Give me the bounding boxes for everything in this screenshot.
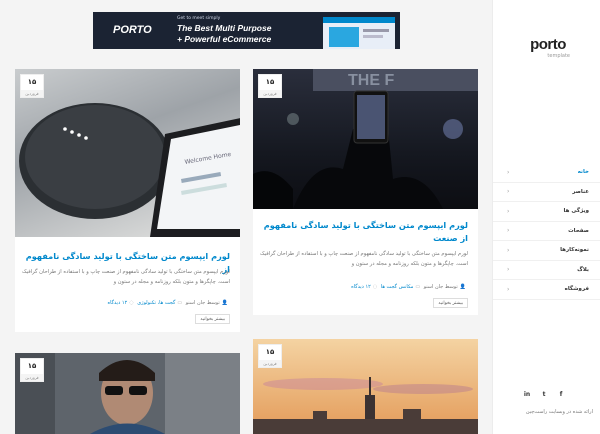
post-title[interactable]: لورم ایپسوم متن ساختگی با تولید سادگی نا… (263, 219, 468, 245)
nav-item-pages[interactable]: صفحات ‹ (493, 222, 600, 241)
linkedin-icon[interactable]: in (523, 391, 531, 398)
nav-item-home[interactable]: خانه ‹ (493, 163, 600, 183)
post-month: فروردین (21, 90, 43, 97)
chevron-left-icon: ‹ (507, 207, 510, 215)
chevron-left-icon: ‹ (507, 246, 510, 254)
read-more-button[interactable]: بیشتر بخوانید (195, 314, 230, 324)
post-image[interactable]: THE F (253, 69, 478, 209)
main-nav: خانه ‹ عناصر ‹ ویژگی ها ‹ صفحات ‹ نمونه‌کاره… (493, 163, 600, 300)
site-logo[interactable]: porto template (526, 36, 570, 60)
banner-brand: PORTO (113, 24, 152, 36)
city-skyline-photo (253, 339, 478, 434)
smart-speaker-photo: Welcome Home (19, 103, 240, 237)
post-author[interactable]: توسط جان اسنو (424, 284, 458, 290)
banner-headline-1: The Best Multi Purpose (177, 23, 272, 33)
post-day: ۱۵ (265, 78, 275, 86)
post-month: فروردین (21, 374, 43, 381)
comments-icon: ◌ (129, 300, 134, 306)
post-category[interactable]: گجت ها، تکنولوژی (137, 300, 175, 306)
nav-label: ویژگی ها (563, 208, 589, 215)
post-date: ۱۵ فروردین (258, 74, 282, 98)
banner-website-mockup (323, 17, 395, 49)
nav-item-elements[interactable]: عناصر ‹ (493, 183, 600, 202)
nav-label: عناصر (572, 188, 589, 195)
nav-item-portfolio[interactable]: نمونه‌کارها ‹ (493, 241, 600, 261)
post-card: THE F ۱۵ فروردین لورم ایپسوم متن ساختگی … (253, 69, 478, 315)
folder-icon: ▭ (415, 284, 421, 290)
post-image[interactable] (253, 339, 478, 434)
user-icon: 👤 (459, 284, 466, 290)
nav-item-features[interactable]: ویژگی ها ‹ (493, 202, 600, 222)
nav-label: بلاگ (577, 266, 589, 273)
man-portrait-photo (15, 353, 240, 434)
post-card: ۱۵ فروردین (15, 353, 240, 434)
post-excerpt: لورم ایپسوم متن ساختگی با تولید سادگی نا… (259, 251, 468, 267)
post-month: فروردین (259, 90, 281, 97)
nav-label: خانه (577, 169, 589, 176)
social-links: in t f (523, 391, 565, 398)
chevron-left-icon: ‹ (507, 266, 510, 274)
post-excerpt: لورم ایپسوم متن ساختگی با تولید سادگی نا… (21, 269, 230, 285)
nav-item-blog[interactable]: بلاگ ‹ (493, 261, 600, 280)
nav-item-shop[interactable]: فروشگاه ‹ (493, 280, 600, 300)
post-author[interactable]: توسط جان اسنو (186, 300, 220, 306)
logo-subtext: template (547, 53, 570, 59)
post-month: فروردین (259, 360, 281, 367)
post-date: ۱۵ فروردین (258, 344, 282, 368)
nav-label: صفحات (568, 227, 589, 234)
post-day: ۱۵ (27, 78, 37, 86)
chevron-left-icon: ‹ (507, 227, 510, 235)
chevron-left-icon: ‹ (507, 168, 510, 176)
post-date: ۱۵ فروردین (20, 358, 44, 382)
user-icon: 👤 (221, 300, 228, 306)
chevron-left-icon: ‹ (507, 285, 510, 293)
copyright-text: ارائه شده در وبسایت راست‌چین (525, 409, 593, 415)
banner-headline-2: + Powerful eCommerce (177, 34, 272, 44)
svg-text:THE F: THE F (348, 72, 394, 89)
post-day: ۱۵ (27, 362, 37, 370)
nav-label: فروشگاه (564, 286, 589, 293)
promo-banner[interactable]: PORTO Get to meet simply The Best Multi … (93, 12, 400, 49)
post-card: Welcome Home ۱۵ فروردین لورم ایپسوم متن … (15, 69, 240, 332)
post-card: ۱۵ فروردین (253, 339, 478, 434)
post-category[interactable]: مکانس گجت ها (381, 284, 414, 290)
twitter-icon[interactable]: t (540, 391, 548, 398)
nav-label: نمونه‌کارها (560, 247, 589, 254)
page: PORTO Get to meet simply The Best Multi … (0, 0, 600, 434)
post-image[interactable] (15, 353, 240, 434)
facebook-icon[interactable]: f (557, 391, 565, 398)
read-more-button[interactable]: بیشتر بخوانید (433, 298, 468, 308)
post-meta: 👤توسط جان اسنو ▭گجت ها، تکنولوژی ◌۱۲ دید… (108, 300, 230, 306)
post-meta: 👤توسط جان اسنو ▭مکانس گجت ها ◌۱۲ دیدگاه (351, 284, 468, 290)
logo-text: porto (530, 36, 566, 53)
concert-photo: THE F (253, 69, 478, 209)
sidebar: porto template خانه ‹ عناصر ‹ ویژگی ها ‹ صف… (492, 0, 600, 434)
post-day: ۱۵ (265, 348, 275, 356)
post-comments[interactable]: ۱۲ دیدگاه (351, 284, 371, 290)
post-comments[interactable]: ۱۲ دیدگاه (108, 300, 128, 306)
post-date: ۱۵ فروردین (20, 74, 44, 98)
comments-icon: ◌ (372, 284, 378, 290)
chevron-left-icon: ‹ (507, 188, 510, 196)
post-image[interactable]: Welcome Home (15, 69, 240, 237)
folder-icon: ▭ (177, 300, 183, 306)
banner-tagline: Get to meet simply (177, 16, 221, 21)
